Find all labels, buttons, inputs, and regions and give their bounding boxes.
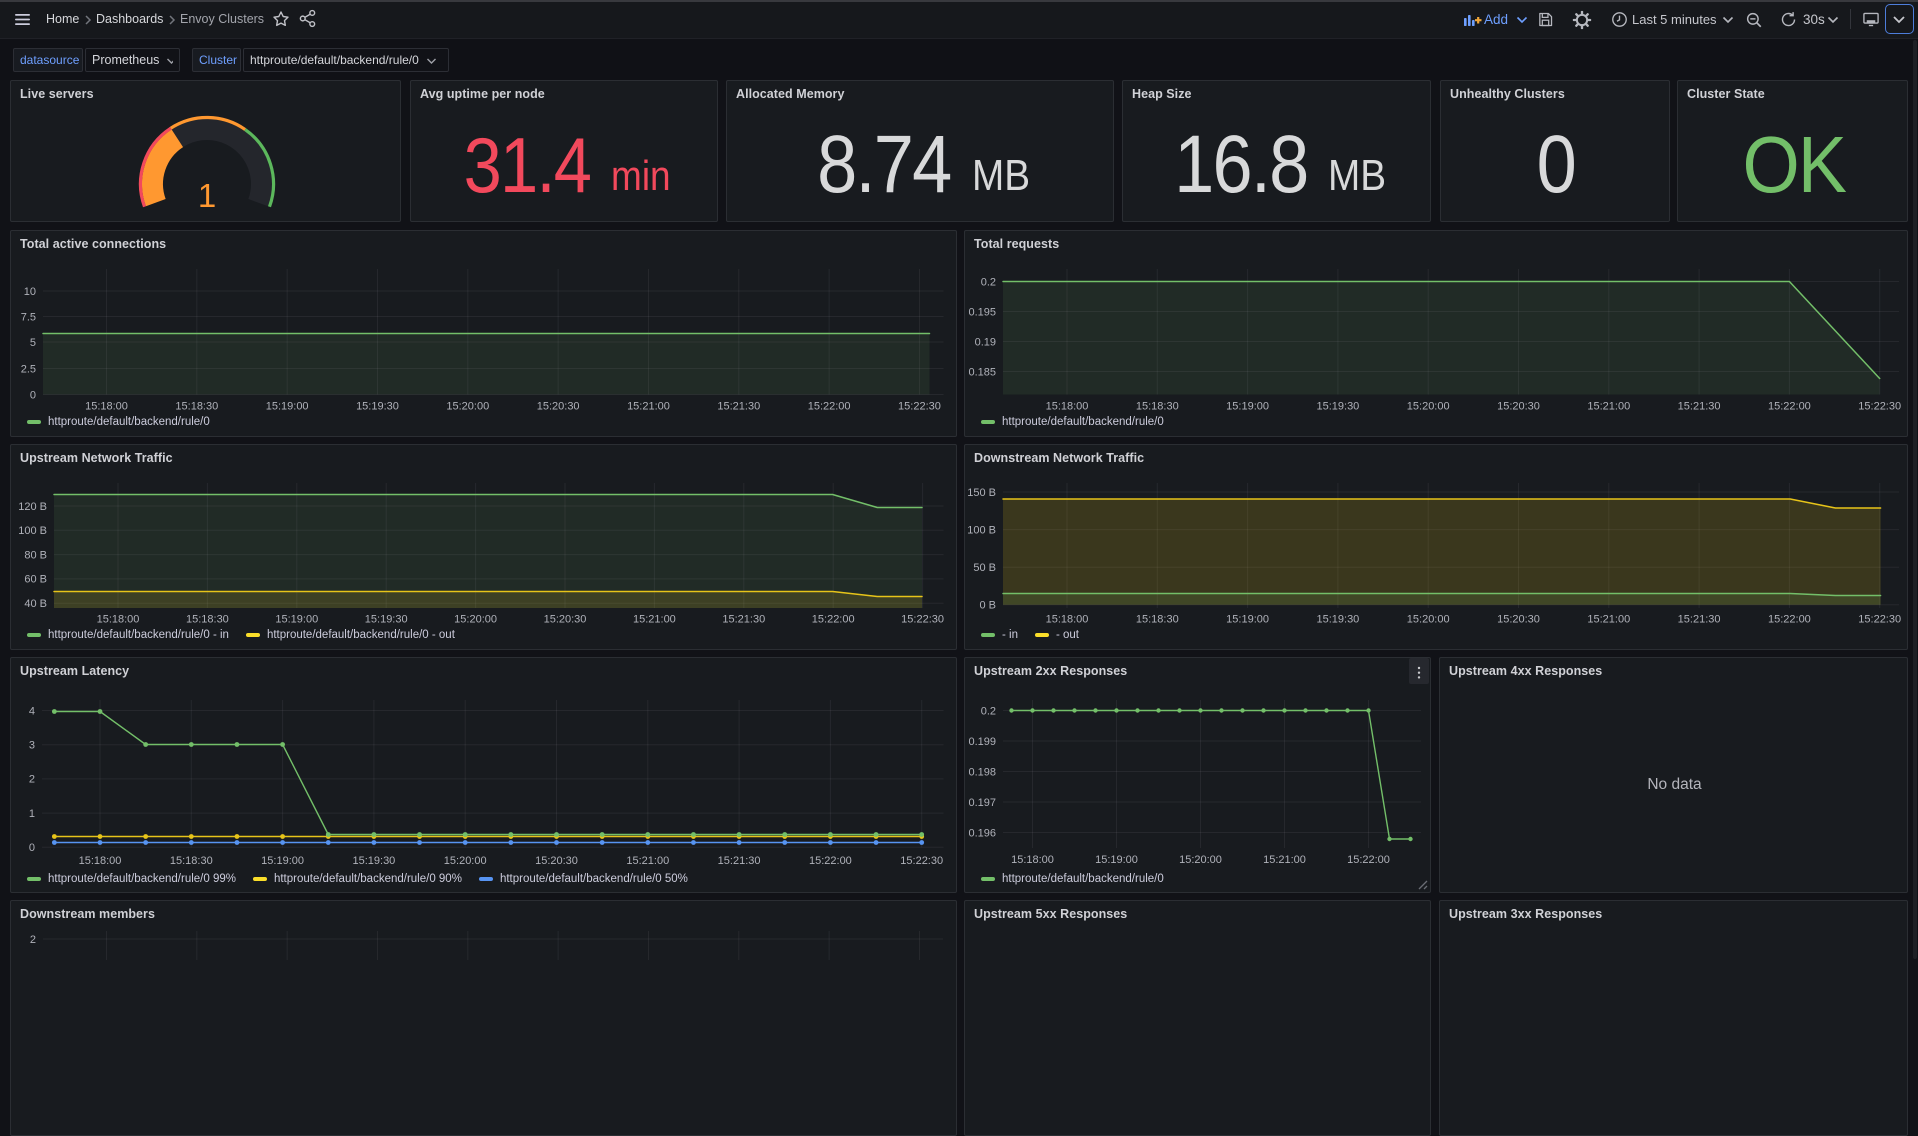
- svg-text:15:21:30: 15:21:30: [1678, 614, 1721, 626]
- svg-text:10: 10: [24, 286, 36, 298]
- svg-text:15:19:00: 15:19:00: [1095, 854, 1138, 866]
- svg-text:2.5: 2.5: [21, 363, 36, 375]
- svg-text:15:22:30: 15:22:30: [898, 401, 941, 413]
- svg-text:15:21:00: 15:21:00: [1263, 854, 1306, 866]
- svg-text:2: 2: [30, 934, 36, 946]
- svg-text:15:22:30: 15:22:30: [900, 855, 943, 867]
- svg-text:15:18:30: 15:18:30: [1136, 401, 1179, 413]
- svg-text:15:18:00: 15:18:00: [85, 401, 128, 413]
- svg-text:15:21:00: 15:21:00: [627, 401, 670, 413]
- svg-text:15:21:30: 15:21:30: [722, 614, 765, 626]
- svg-text:80 B: 80 B: [24, 549, 47, 561]
- svg-text:15:22:00: 15:22:00: [809, 855, 852, 867]
- svg-text:15:19:00: 15:19:00: [1226, 614, 1269, 626]
- svg-text:0: 0: [29, 842, 35, 854]
- svg-text:15:19:30: 15:19:30: [356, 401, 399, 413]
- svg-text:15:18:30: 15:18:30: [175, 401, 218, 413]
- svg-text:100 B: 100 B: [967, 524, 996, 536]
- svg-text:15:18:30: 15:18:30: [1136, 614, 1179, 626]
- svg-text:15:19:00: 15:19:00: [261, 855, 304, 867]
- svg-text:15:21:00: 15:21:00: [1587, 614, 1630, 626]
- svg-text:15:22:00: 15:22:00: [812, 614, 855, 626]
- svg-text:150 B: 150 B: [967, 487, 996, 499]
- svg-text:5: 5: [30, 337, 36, 349]
- svg-text:15:20:30: 15:20:30: [544, 614, 587, 626]
- svg-text:0: 0: [30, 389, 36, 401]
- svg-text:15:20:00: 15:20:00: [1407, 614, 1450, 626]
- svg-text:50 B: 50 B: [973, 562, 996, 574]
- svg-text:40 B: 40 B: [24, 598, 47, 610]
- svg-text:2: 2: [29, 774, 35, 786]
- svg-text:15:18:00: 15:18:00: [1011, 854, 1054, 866]
- svg-text:0.185: 0.185: [968, 366, 996, 378]
- svg-text:15:20:30: 15:20:30: [1497, 401, 1540, 413]
- svg-text:0.197: 0.197: [968, 797, 996, 809]
- svg-text:15:20:00: 15:20:00: [1407, 401, 1450, 413]
- svg-text:120 B: 120 B: [18, 501, 47, 513]
- svg-text:15:20:30: 15:20:30: [1497, 614, 1540, 626]
- svg-text:0.196: 0.196: [968, 827, 996, 839]
- svg-text:15:18:30: 15:18:30: [170, 855, 213, 867]
- svg-text:15:22:30: 15:22:30: [1858, 614, 1901, 626]
- svg-text:15:21:00: 15:21:00: [633, 614, 676, 626]
- svg-text:15:22:00: 15:22:00: [1347, 854, 1390, 866]
- svg-text:15:20:00: 15:20:00: [444, 855, 487, 867]
- svg-text:15:21:30: 15:21:30: [1678, 401, 1721, 413]
- svg-text:15:20:00: 15:20:00: [454, 614, 497, 626]
- svg-text:60 B: 60 B: [24, 574, 47, 586]
- svg-text:0.195: 0.195: [968, 306, 996, 318]
- svg-text:15:21:00: 15:21:00: [626, 855, 669, 867]
- svg-text:0.2: 0.2: [981, 276, 996, 288]
- svg-text:1: 1: [198, 177, 216, 214]
- svg-text:15:18:00: 15:18:00: [1046, 614, 1089, 626]
- svg-text:0.199: 0.199: [968, 736, 996, 748]
- svg-text:15:21:00: 15:21:00: [1587, 401, 1630, 413]
- svg-text:15:19:30: 15:19:30: [1316, 614, 1359, 626]
- svg-text:7.5: 7.5: [21, 311, 36, 323]
- svg-text:0.198: 0.198: [968, 766, 996, 778]
- svg-text:3: 3: [29, 740, 35, 752]
- svg-text:15:19:30: 15:19:30: [1316, 401, 1359, 413]
- svg-text:15:18:00: 15:18:00: [79, 855, 122, 867]
- svg-text:15:22:00: 15:22:00: [808, 401, 851, 413]
- svg-text:15:18:30: 15:18:30: [186, 614, 229, 626]
- svg-text:15:19:00: 15:19:00: [1226, 401, 1269, 413]
- svg-text:15:19:00: 15:19:00: [275, 614, 318, 626]
- svg-text:15:20:00: 15:20:00: [446, 401, 489, 413]
- svg-text:1: 1: [29, 808, 35, 820]
- svg-text:4: 4: [29, 705, 35, 717]
- svg-text:15:21:30: 15:21:30: [717, 401, 760, 413]
- svg-text:15:21:30: 15:21:30: [718, 855, 761, 867]
- svg-text:15:18:00: 15:18:00: [97, 614, 140, 626]
- svg-text:0 B: 0 B: [979, 600, 996, 612]
- svg-text:15:20:30: 15:20:30: [535, 855, 578, 867]
- svg-text:15:19:30: 15:19:30: [365, 614, 408, 626]
- svg-text:0.19: 0.19: [975, 336, 996, 348]
- svg-text:15:22:30: 15:22:30: [901, 614, 944, 626]
- svg-text:15:20:00: 15:20:00: [1179, 854, 1222, 866]
- svg-text:15:22:00: 15:22:00: [1768, 401, 1811, 413]
- svg-text:15:22:30: 15:22:30: [1858, 401, 1901, 413]
- svg-text:0.2: 0.2: [981, 705, 996, 717]
- svg-text:15:22:00: 15:22:00: [1768, 614, 1811, 626]
- svg-text:15:19:30: 15:19:30: [352, 855, 395, 867]
- svg-text:15:20:30: 15:20:30: [537, 401, 580, 413]
- svg-text:15:19:00: 15:19:00: [266, 401, 309, 413]
- svg-text:15:18:00: 15:18:00: [1046, 401, 1089, 413]
- svg-text:100 B: 100 B: [18, 525, 47, 537]
